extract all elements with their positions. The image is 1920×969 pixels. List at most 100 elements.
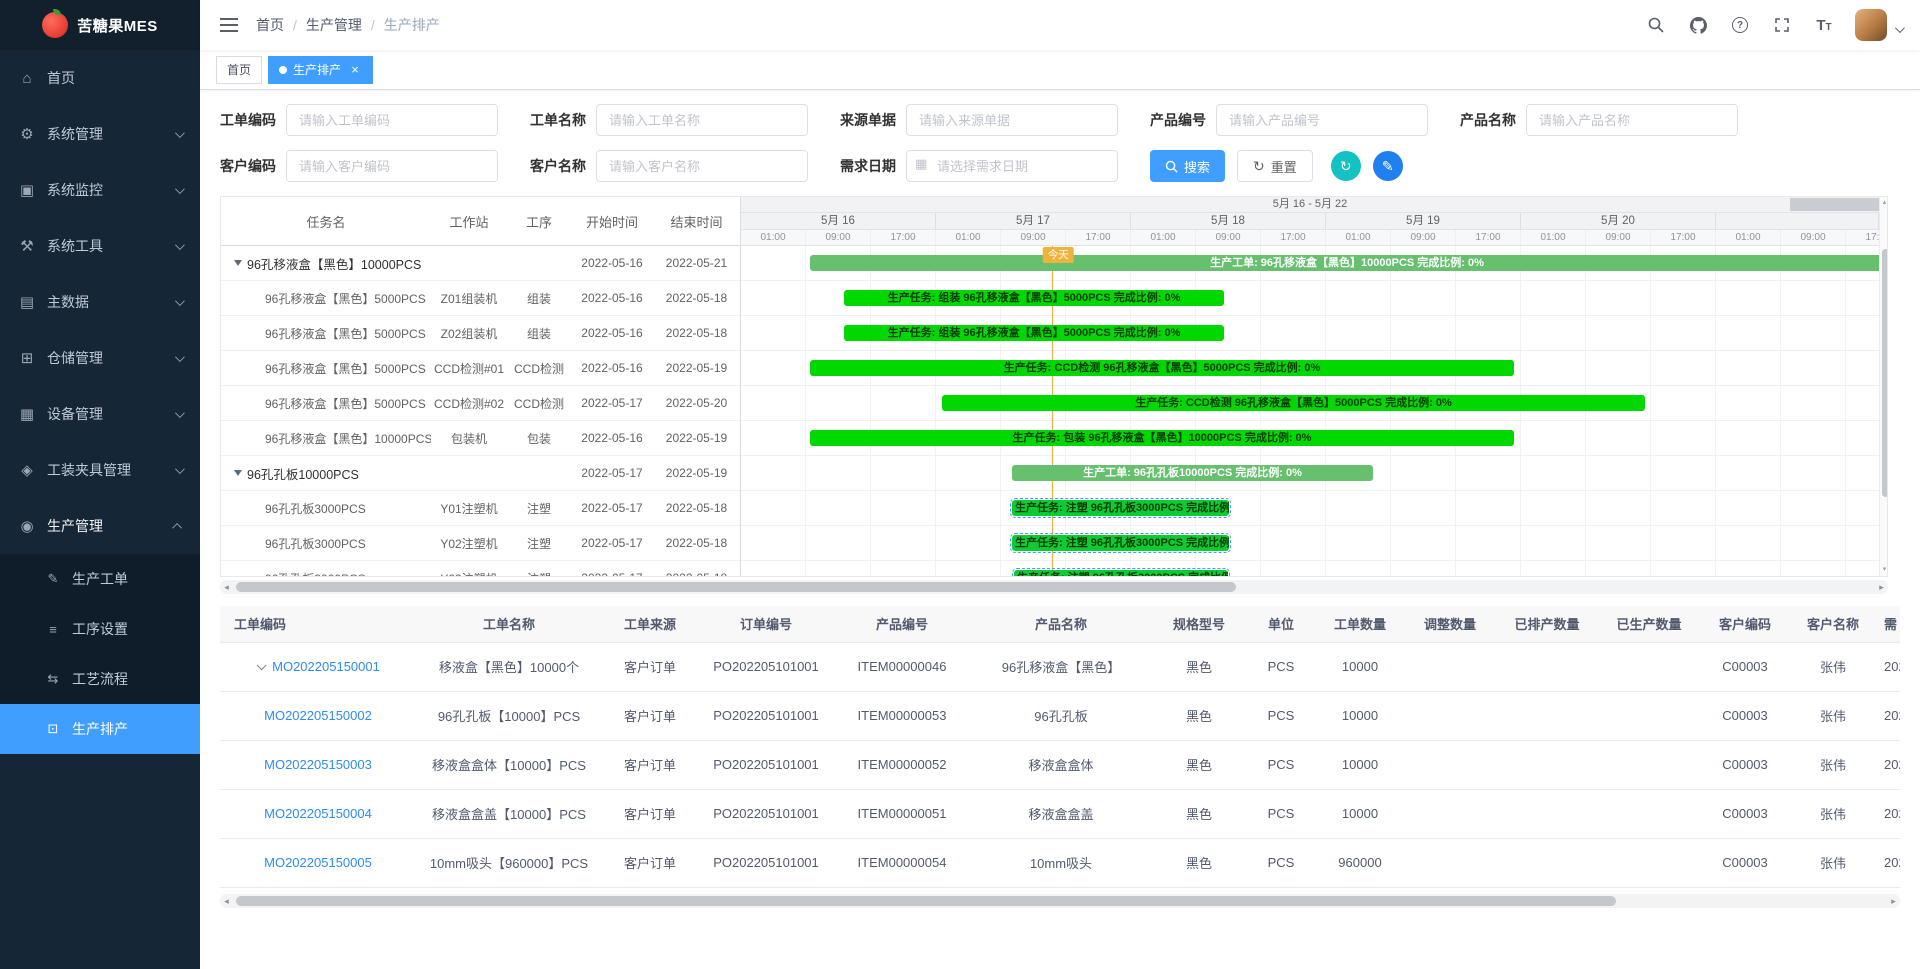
gantt-bar[interactable]: 生产任务: 注塑 96孔孔板3000PCS 完成比例: 0%: [1014, 570, 1228, 576]
gantt-bar[interactable]: 生产工单: 96孔孔板10000PCS 完成比例: 0%: [1012, 465, 1373, 481]
gantt-bar[interactable]: 生产任务: 组装 96孔移液盒【黑色】5000PCS 完成比例: 0%: [844, 290, 1224, 306]
app-root: 苦糖果MES ⌂首页⚙系统管理▣系统监控⚒系统工具▤主数据⊞仓储管理▦设备管理◈…: [0, 0, 1920, 969]
gantt-vertical-scrollbar[interactable]: ▴ ▾: [1879, 197, 1888, 576]
chevron-down-icon[interactable]: [1895, 23, 1905, 33]
order-code-link[interactable]: MO202205150003: [264, 757, 372, 772]
cell-code: MO202205150001: [220, 642, 416, 691]
order-code-link[interactable]: MO202205150002: [264, 708, 372, 723]
sidebar-item-scheduling[interactable]: ⊡生产排产: [0, 704, 200, 754]
cell-code: MO202205150005: [220, 838, 416, 887]
gantt-task-row[interactable]: 96孔孔板3000PCSY01注塑机注塑2022-05-172022-05-18: [221, 491, 740, 526]
column-header: 客户名称: [1790, 606, 1876, 642]
gantt-bar[interactable]: 生产任务: 注塑 96孔孔板3000PCS 完成比例: 0%: [1012, 535, 1229, 551]
gantt-horizontal-scrollbar-thumb[interactable]: [236, 582, 1236, 592]
sidebar-item-warehouse[interactable]: ⊞仓储管理: [0, 330, 200, 386]
order-code-link[interactable]: MO202205150005: [264, 855, 372, 870]
scroll-left-icon[interactable]: ◂: [220, 894, 233, 908]
github-button[interactable]: [1679, 5, 1717, 45]
sidebar-item-work-order[interactable]: ✎生产工单: [0, 554, 200, 604]
sidebar-item-master-data[interactable]: ▤主数据: [0, 274, 200, 330]
gantt-task-cell: CCD检测#02: [431, 395, 507, 412]
order-code-input[interactable]: [286, 104, 498, 136]
order-code-link[interactable]: MO202205150004: [264, 806, 372, 821]
gantt-task-row[interactable]: 96孔移液盒【黑色】5000PCSCCD检测#02CCD检测2022-05-17…: [221, 386, 740, 421]
sidebar-item-process-flow[interactable]: ⇆工艺流程: [0, 654, 200, 704]
sidebar-item-system-mgmt[interactable]: ⚙系统管理: [0, 106, 200, 162]
gantt-task-row[interactable]: 96孔移液盒【黑色】5000PCSZ02组装机组装2022-05-162022-…: [221, 316, 740, 351]
gantt-bar[interactable]: 生产任务: 注塑 96孔孔板3000PCS 完成比例: 0%: [1012, 500, 1229, 516]
sidebar-item-system-tools[interactable]: ⚒系统工具: [0, 218, 200, 274]
tab-home[interactable]: 首页: [216, 56, 262, 84]
product-name-input[interactable]: [1526, 104, 1738, 136]
scroll-up-icon[interactable]: ▴: [1880, 198, 1888, 208]
table-horizontal-scrollbar[interactable]: ◂ ▸: [220, 894, 1900, 908]
product-code-input[interactable]: [1216, 104, 1428, 136]
sidebar-item-home[interactable]: ⌂首页: [0, 50, 200, 106]
scroll-right-icon[interactable]: ▸: [1887, 894, 1900, 908]
tab-close-icon[interactable]: ×: [348, 63, 362, 77]
sidebar-item-fixture[interactable]: ◈工装夹具管理: [0, 442, 200, 498]
app-logo: 苦糖果MES: [0, 0, 200, 50]
filter-label-product-name: 产品名称: [1460, 110, 1516, 130]
gantt-horizontal-scrollbar[interactable]: ◂ ▸: [220, 580, 1888, 594]
sidebar-item-label: 系统监控: [47, 180, 103, 200]
customer-name-input[interactable]: [596, 150, 808, 182]
timeline-scrollbar-thumb[interactable]: [1790, 198, 1879, 211]
chevron-down-icon: [175, 352, 185, 362]
scroll-down-icon[interactable]: ▾: [1880, 565, 1888, 575]
gantt-task-row[interactable]: 96孔移液盒【黑色】10000PCS2022-05-162022-05-21: [221, 246, 740, 281]
breadcrumb-item[interactable]: 生产管理: [306, 15, 362, 35]
gantt-bar[interactable]: 生产任务: CCD检测 96孔移液盒【黑色】5000PCS 完成比例: 0%: [942, 395, 1645, 411]
gantt-task-row[interactable]: 96孔移液盒【黑色】5000PCSCCD检测#01CCD检测2022-05-16…: [221, 351, 740, 386]
home-icon: ⌂: [18, 70, 36, 87]
sync-button[interactable]: ↻: [1331, 151, 1361, 181]
scroll-right-icon[interactable]: ▸: [1875, 580, 1888, 594]
gantt-bar[interactable]: 生产工单: 96孔移液盒【黑色】10000PCS 完成比例: 0%: [810, 255, 1879, 271]
fullscreen-button[interactable]: [1763, 5, 1801, 45]
breadcrumb-item[interactable]: 首页: [256, 15, 284, 35]
cell-due: 202: [1876, 642, 1900, 691]
gantt-task-row[interactable]: 96孔移液盒【黑色】5000PCSZ01组装机组装2022-05-162022-…: [221, 281, 740, 316]
font-size-button[interactable]: TT: [1805, 5, 1843, 45]
due-date-input[interactable]: [906, 150, 1118, 182]
sidebar-item-production[interactable]: ◉生产管理: [0, 498, 200, 554]
customer-code-input[interactable]: [286, 150, 498, 182]
tab-scheduling[interactable]: 生产排产×: [268, 56, 373, 84]
gantt-vertical-scrollbar-thumb[interactable]: [1882, 249, 1889, 497]
gantt-task-row[interactable]: 96孔移液盒【黑色】10000PCS包装机包装2022-05-162022-05…: [221, 421, 740, 456]
gantt-task-cell: 包装: [507, 430, 571, 447]
source-doc-input[interactable]: [906, 104, 1118, 136]
sidebar-item-system-monitor[interactable]: ▣系统监控: [0, 162, 200, 218]
sidebar-item-process-settings[interactable]: ≡工序设置: [0, 604, 200, 654]
order-code-link[interactable]: MO202205150001: [272, 659, 380, 674]
edit-button[interactable]: ✎: [1373, 151, 1403, 181]
hamburger-button[interactable]: [212, 8, 246, 42]
order-name-input[interactable]: [596, 104, 808, 136]
sidebar-item-label: 生产管理: [47, 516, 103, 536]
cell-customer_name: 张伟: [1790, 838, 1876, 887]
column-header: 调整数量: [1404, 606, 1496, 642]
gantt-task-row[interactable]: 96孔孔板10000PCS2022-05-172022-05-19: [221, 456, 740, 491]
cell-source: 客户订单: [602, 789, 698, 838]
collapse-arrow-icon[interactable]: [234, 470, 242, 476]
avatar[interactable]: [1855, 9, 1887, 41]
gantt-bar[interactable]: 生产任务: CCD检测 96孔移液盒【黑色】5000PCS 完成比例: 0%: [810, 360, 1514, 376]
expand-chevron-icon[interactable]: [257, 660, 267, 670]
search-header-button[interactable]: [1637, 5, 1675, 45]
gantt-bar[interactable]: 生产任务: 包装 96孔移液盒【黑色】10000PCS 完成比例: 0%: [810, 430, 1514, 446]
reset-button[interactable]: ↻ 重置: [1237, 150, 1313, 182]
filter-label-product-code: 产品编号: [1150, 110, 1206, 130]
cell-item_no: ITEM00000054: [834, 838, 970, 887]
search-button[interactable]: 搜索: [1150, 150, 1225, 182]
sidebar-item-equipment[interactable]: ▦设备管理: [0, 386, 200, 442]
gantt-task-cell: 注塑: [507, 500, 571, 517]
collapse-arrow-icon[interactable]: [234, 260, 242, 266]
scroll-left-icon[interactable]: ◂: [220, 580, 233, 594]
help-button[interactable]: ?: [1721, 5, 1759, 45]
app-title: 苦糖果MES: [77, 15, 158, 36]
gantt-task-row[interactable]: 96孔孔板3000PCSY02注塑机注塑2022-05-172022-05-18: [221, 526, 740, 561]
gantt-task-row[interactable]: 96孔孔板3000PCSY03注塑机注塑2022-05-172022-05-18: [221, 561, 740, 577]
gantt-bar[interactable]: 生产任务: 组装 96孔移液盒【黑色】5000PCS 完成比例: 0%: [844, 325, 1224, 341]
table-horizontal-scrollbar-thumb[interactable]: [236, 896, 1616, 906]
gantt-time-label: 01:00: [1131, 230, 1196, 245]
